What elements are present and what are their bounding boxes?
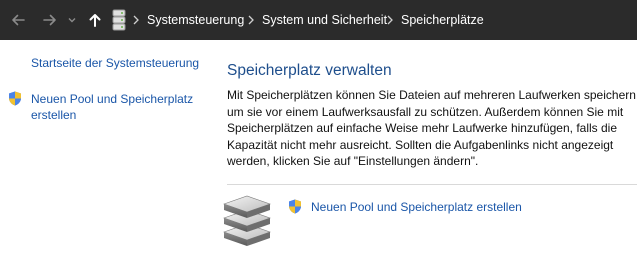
uac-shield-icon xyxy=(9,91,21,106)
page-title: Speicherplatz verwalten xyxy=(227,62,392,79)
back-button[interactable] xyxy=(6,8,30,32)
breadcrumb-systemsteuerung[interactable]: Systemsteuerung xyxy=(147,11,244,29)
description-line: Speicherplätzen auf einfache Weise mehr … xyxy=(227,121,618,135)
description-line: um sie vor einem Laufwerksausfall zu sch… xyxy=(227,104,624,119)
breadcrumb-separator-icon[interactable] xyxy=(246,11,256,29)
breadcrumb-separator-icon[interactable] xyxy=(385,11,395,29)
address-bar: Systemsteuerung System und Sicherheit Sp… xyxy=(0,0,637,40)
uac-shield-icon xyxy=(289,199,301,214)
storage-drives-icon xyxy=(223,195,271,246)
sidebar-new-pool-link-line2: erstellen xyxy=(31,108,77,122)
section-divider xyxy=(227,184,637,185)
up-button[interactable] xyxy=(83,8,107,32)
new-pool-task-link[interactable]: Neuen Pool und Speicherplatz erstellen xyxy=(311,200,522,214)
recent-locations-button[interactable] xyxy=(62,8,82,32)
sidebar-new-pool-link-line1: Neuen Pool und Speicherplatz xyxy=(31,92,194,106)
arrow-left-icon xyxy=(12,14,25,26)
description-line: Mit Speicherplätzen können Sie Dateien a… xyxy=(227,88,637,102)
description-line: Kapazität nicht mehr ausreicht. Sollten … xyxy=(227,137,614,152)
arrow-up-icon xyxy=(89,14,101,27)
breadcrumb-speicherplaetze[interactable]: Speicherplätze xyxy=(401,11,484,29)
arrow-right-icon xyxy=(43,14,56,26)
storage-spaces-icon xyxy=(112,9,126,31)
forward-button[interactable] xyxy=(38,8,62,32)
description-text: Mit Speicherplätzen können Sie Dateien a… xyxy=(227,87,637,170)
breadcrumb-separator-icon[interactable] xyxy=(131,11,141,29)
description-line: werden, klicken Sie auf "Einstellungen ä… xyxy=(227,154,479,168)
sidebar-home-link[interactable]: Startseite der Systemsteuerung xyxy=(31,55,199,71)
breadcrumb-system-und-sicherheit[interactable]: System und Sicherheit xyxy=(262,11,387,29)
sidebar-new-pool-link[interactable]: Neuen Pool und Speicherplatz erstellen xyxy=(31,91,193,123)
chevron-down-icon xyxy=(68,18,76,23)
